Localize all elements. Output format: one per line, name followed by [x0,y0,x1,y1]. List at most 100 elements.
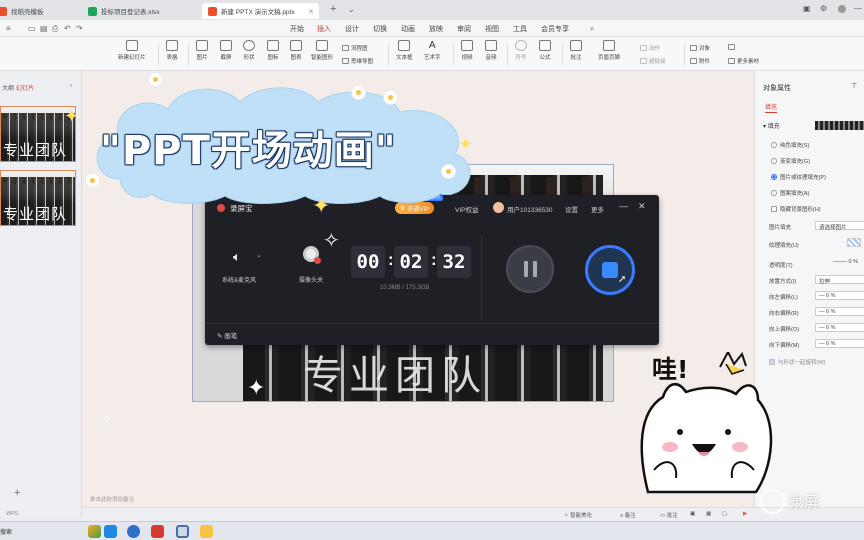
audio-button[interactable]: 音频 [485,40,497,61]
offset-right-input[interactable]: — 0 % [815,307,864,316]
new-tab-button[interactable]: + [330,3,336,15]
smartart-button[interactable]: 智能图形 [311,40,333,61]
reading-view-icon[interactable]: ▢ [722,511,727,517]
menu-tools[interactable]: 工具 [513,24,527,34]
video-button[interactable]: 视频 [461,40,473,61]
settings-link[interactable]: 设置 [565,204,578,214]
vip-rights-link[interactable]: VIP权益 [455,204,478,214]
taskbar-wps-icon[interactable] [151,525,164,538]
redo-icon[interactable]: ↷ [76,24,83,33]
normal-view-icon[interactable]: ▣ [690,511,695,517]
collapse-pane-icon[interactable]: ‹ [70,83,72,89]
menu-insert[interactable]: 插入 [317,24,331,39]
formula-button[interactable]: 公式 [539,40,551,61]
radio-solid-fill[interactable]: 纯色填充(S) [771,141,809,149]
offset-left-input[interactable]: — 0 % [815,291,864,300]
texture-select[interactable] [847,238,861,247]
object-button[interactable]: 对象 [690,44,710,52]
search-icon[interactable]: ⌕ [590,24,594,34]
layout-icon[interactable]: ▣ [803,4,811,13]
export-icon[interactable]: ▤ [40,24,48,33]
close-icon[interactable]: ✕ [638,201,646,212]
notes-placeholder[interactable]: 单击此处添加备注 [90,495,134,503]
taskbar-browser-icon[interactable] [127,525,140,538]
menu-transition[interactable]: 切换 [373,24,387,34]
mindmap-button[interactable]: 思维导图 [342,57,373,65]
menu-design[interactable]: 设计 [345,24,359,34]
header-footer-button[interactable]: 页眉页脚 [598,40,620,61]
radio-pattern-fill[interactable]: 图案填充(A) [771,189,809,197]
skin-icon[interactable]: ⚙ [820,4,827,13]
pause-button[interactable] [506,245,554,293]
notes-button[interactable]: ≡ 备注 [620,511,636,519]
chevron-down-icon[interactable]: ⌄ [256,251,262,259]
new-slide-button[interactable]: 新建幻灯片 [118,40,146,61]
material-button[interactable] [728,44,735,50]
avatar[interactable] [838,5,846,13]
minimize-icon[interactable]: — [854,4,862,13]
radio-gradient-fill[interactable]: 渐变填充(G) [771,157,810,165]
menu-member[interactable]: 会员专享 [541,24,569,34]
stop-button[interactable] [585,245,635,295]
offset-bottom-input[interactable]: — 0 % [815,339,864,348]
sorter-view-icon[interactable]: ▦ [706,511,711,517]
pin-icon[interactable]: ⊤ [851,82,857,90]
menu-view[interactable]: 视图 [485,24,499,34]
offset-top-input[interactable]: — 0 % [815,323,864,332]
flowchart-button[interactable]: 流程图 [342,44,368,52]
comments-button[interactable]: ▭ 批注 [660,511,678,519]
comment-button[interactable]: 批注 [570,40,582,61]
menu-slideshow[interactable]: 放映 [429,24,443,34]
tab-outline[interactable]: 大纲 [2,83,14,92]
save-icon[interactable]: ▭ [28,24,36,33]
taskbar-app-icon[interactable] [104,525,117,538]
textbox-button[interactable]: 文本框 [396,40,413,61]
radio-picture-fill[interactable]: 图片或纹理填充(P) [771,173,826,181]
tab-fill[interactable]: 填充 [765,102,778,113]
close-tab-icon[interactable]: × [309,7,314,16]
brush-button[interactable]: ✎ 画笔 [217,330,237,340]
tab-docer[interactable]: 找稻壳模板 [0,3,50,19]
arttext-button[interactable]: A 艺术字 [424,40,441,61]
attachment-button[interactable]: 附件 [690,57,710,65]
checkbox-hide-background[interactable]: 隐藏背景图形(H) [771,205,821,213]
picture-fill-select[interactable]: 请选择图片 [815,221,864,231]
symbol-button[interactable]: 符号 [515,40,527,61]
tab-slides[interactable]: 幻灯片 [16,83,34,92]
menu-animation[interactable]: 动画 [401,24,415,34]
transparency-slider[interactable] [833,261,847,263]
action-button[interactable]: 动作 [640,44,660,52]
tab-spreadsheet[interactable]: 投标项目登记表.xlsx [82,3,166,19]
table-button[interactable]: 表格 [166,40,178,61]
smart-beautify-button[interactable]: ✧ 智能美化 [564,511,592,519]
fill-section-header[interactable]: ▾ 填充 [763,121,780,130]
screenshot-button[interactable]: 截屏 [220,40,232,61]
hyperlink-button[interactable]: 超链接 [640,57,666,65]
picture-button[interactable]: 图片 [196,40,208,61]
icon-button[interactable]: 图标 [267,40,279,61]
play-icon[interactable]: ▶ [743,511,747,517]
menu-review[interactable]: 审阅 [457,24,471,34]
speaker-icon[interactable]: 🔈︎ [233,249,241,265]
print-icon[interactable]: ⎙ [52,24,58,34]
menu-hamburger-icon[interactable]: ≡ [6,24,11,33]
taskbar-folder-icon[interactable] [200,525,213,538]
taskbar-recorder-icon[interactable] [176,525,189,538]
transparency-input[interactable]: 0 % [833,259,864,268]
undo-icon[interactable]: ↶ [64,24,71,33]
tab-dropdown-icon[interactable]: ⌄ [348,5,355,14]
more-link[interactable]: 更多 [591,204,604,214]
more-material-button[interactable]: 更多素材 [728,57,759,65]
shape-button[interactable]: 形状 [243,40,255,61]
menu-home[interactable]: 开始 [290,24,304,34]
minimize-icon[interactable]: — [619,201,628,211]
placement-select[interactable]: 拉伸 [815,275,864,285]
taskbar-app-icon[interactable] [88,525,101,538]
taskbar-search[interactable]: 搜索 [0,527,12,536]
user-avatar[interactable] [493,202,504,213]
add-slide-button[interactable]: + [14,487,20,499]
user-name[interactable]: 用户101336530 [507,204,553,214]
tab-presentation[interactable]: 新建 PPTX 演示文稿.pptx × [202,3,320,19]
slide-thumbnail-2[interactable]: 专业团队 [0,170,76,226]
chart-button[interactable]: 图表 [290,40,302,61]
